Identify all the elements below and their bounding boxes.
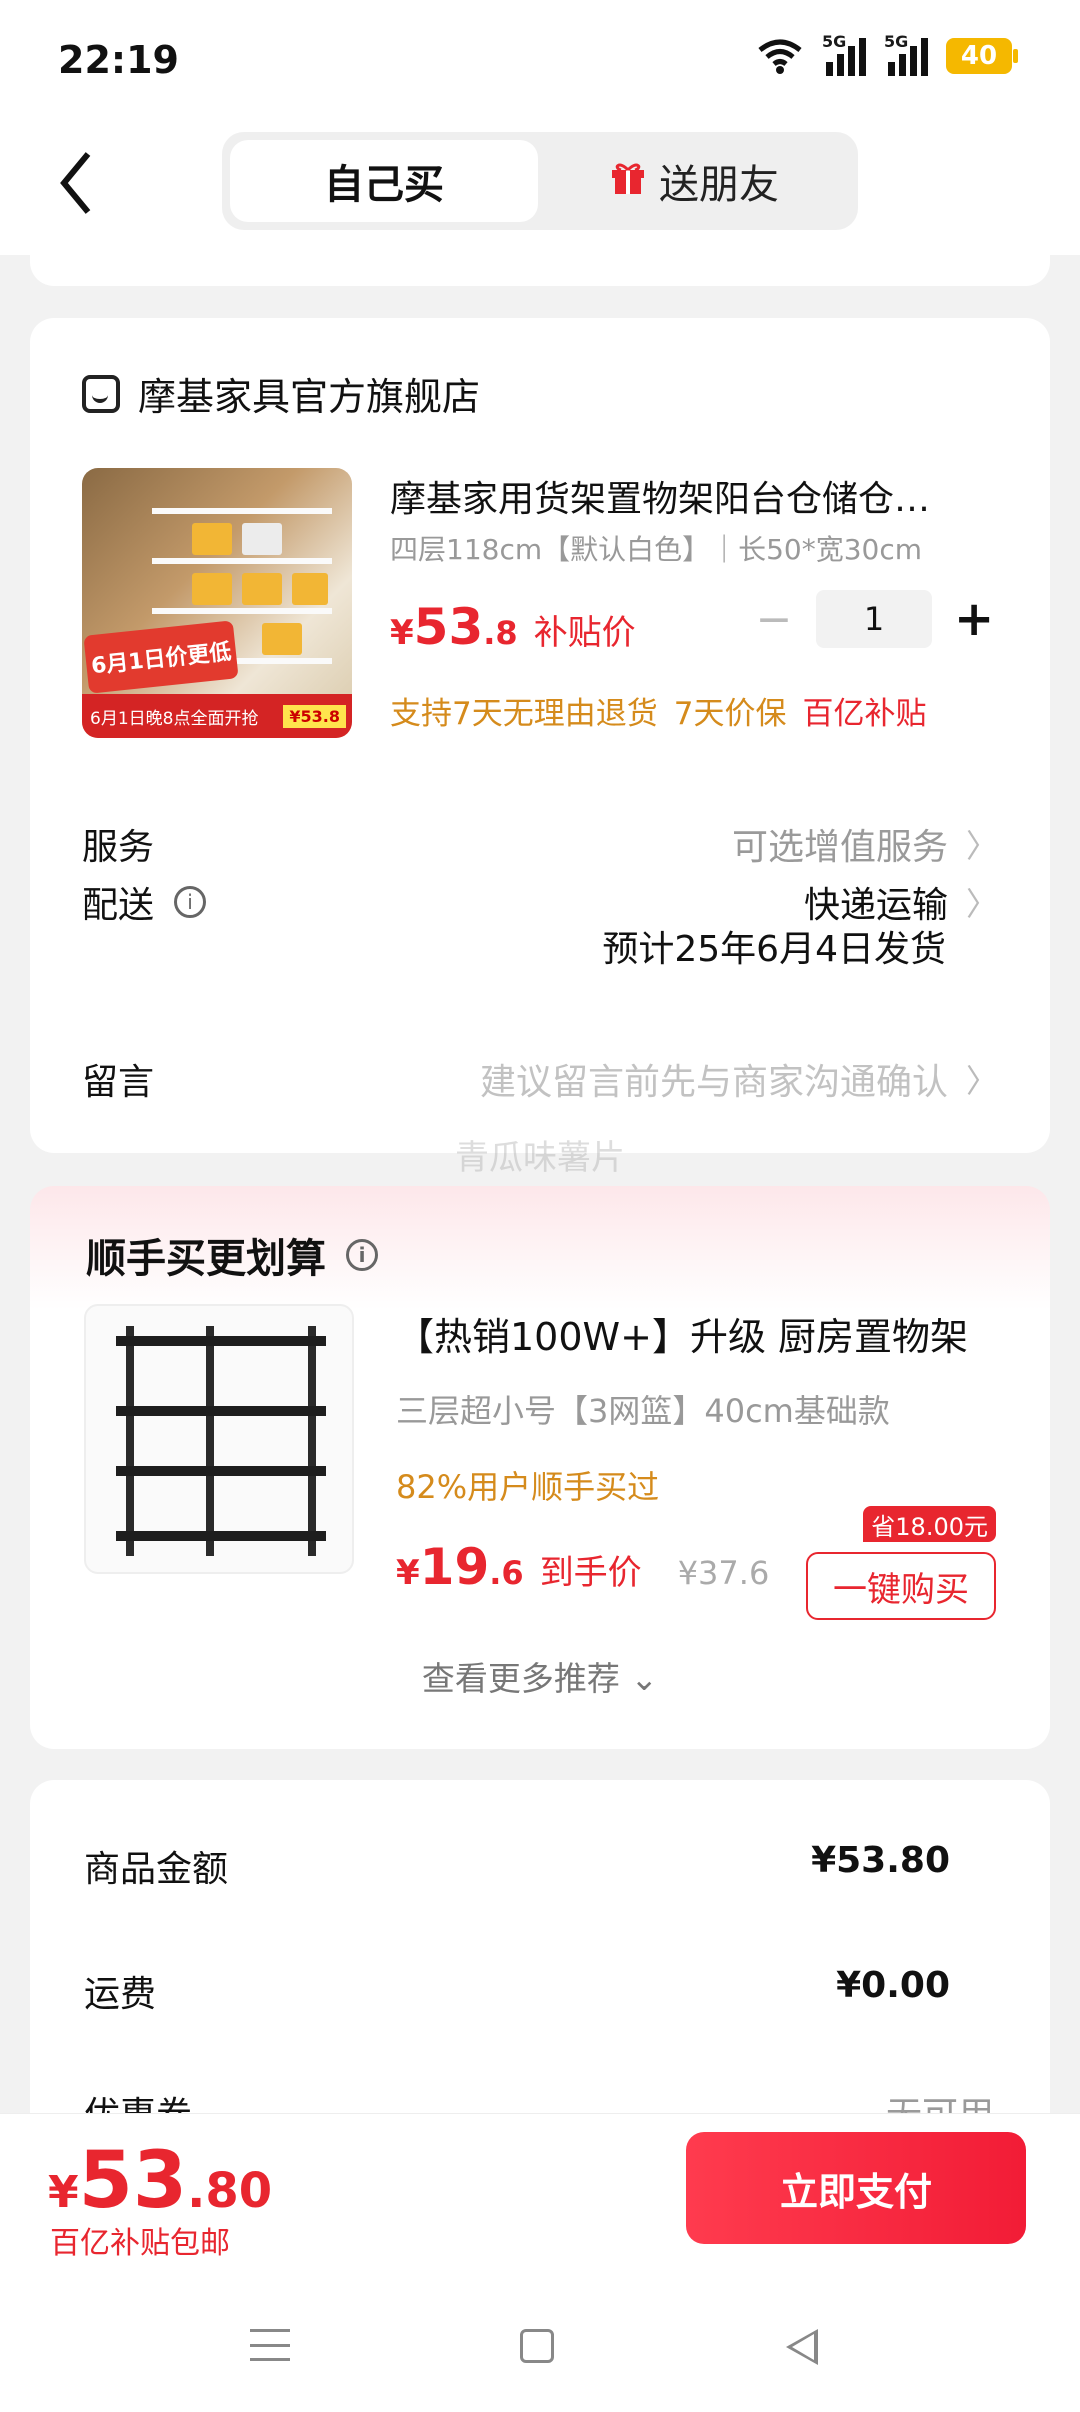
chevron-right-icon: 〉 bbox=[965, 1062, 998, 1100]
tab-gift[interactable]: 送朋友 bbox=[538, 140, 850, 222]
order-item-card: 摩基家具官方旗舰店 6月1日价更低 6月1日晚8点全面开抢 ¥53.8 摩基家用… bbox=[30, 318, 1050, 1153]
status-bar: 22:19 5G 5G 40 bbox=[0, 0, 1080, 120]
product-perks: 支持7天无理由退货 7天价保 百亿补贴 bbox=[390, 688, 926, 733]
service-value: 可选增值服务 bbox=[731, 827, 948, 868]
chevron-down-icon: ⌄ bbox=[630, 1659, 659, 1698]
increase-button[interactable]: + bbox=[954, 591, 994, 647]
freight-row: 运费 ¥0.00 bbox=[84, 1965, 950, 2015]
store-header[interactable]: 摩基家具官方旗舰店 bbox=[82, 366, 480, 421]
service-row[interactable]: 服务 可选增值服务 〉 bbox=[82, 818, 998, 870]
wifi-icon bbox=[758, 39, 802, 74]
one-click-buy-button[interactable]: 一键购买 bbox=[806, 1552, 996, 1620]
total-price: ¥ 53 .80 bbox=[48, 2136, 273, 2226]
price-summary-card: 商品金额 ¥53.80 运费 ¥0.00 优惠券 无可用 bbox=[30, 1780, 1050, 2136]
product-price: ¥ 53 .8 补贴价 bbox=[390, 598, 636, 656]
recommend-buyers: 82%用户顺手买过 bbox=[396, 1468, 660, 1506]
gift-icon bbox=[609, 158, 647, 205]
recommend-spec[interactable]: 三层超小号【3网篮】40cm基础款 bbox=[396, 1386, 890, 1432]
goods-amount-row: 商品金额 ¥53.80 bbox=[84, 1840, 950, 1890]
delivery-label: 配送 bbox=[82, 885, 155, 926]
image-promo-badge: 6月1日价更低 bbox=[83, 620, 239, 694]
pay-now-button[interactable]: 立即支付 bbox=[686, 2132, 1026, 2244]
service-label: 服务 bbox=[82, 827, 155, 868]
perk-price-protect: 7天价保 bbox=[673, 696, 787, 732]
checkout-bar: ¥ 53 .80 百亿补贴包邮 立即支付 bbox=[0, 2113, 1080, 2283]
message-input[interactable]: 建议留言前先与商家沟通确认 bbox=[480, 1053, 948, 1105]
message-row[interactable]: 留言 建议留言前先与商家沟通确认 〉 bbox=[82, 1053, 998, 1105]
product-title[interactable]: 摩基家用货架置物架阳台仓储仓… bbox=[390, 470, 1010, 522]
save-badge: 省18.00元 bbox=[863, 1506, 996, 1542]
image-promo-strip: 6月1日晚8点全面开抢 ¥53.8 bbox=[82, 694, 352, 738]
product-spec[interactable]: 四层118cm【默认白色】｜长50*宽30cm bbox=[390, 528, 922, 568]
info-icon[interactable]: i bbox=[174, 886, 207, 918]
signal-icon: 5G bbox=[822, 32, 866, 76]
clock: 22:19 bbox=[58, 38, 179, 82]
more-recommend-link[interactable]: 查看更多推荐 ⌄ bbox=[30, 1652, 1050, 1700]
product-image[interactable]: 6月1日价更低 6月1日晚8点全面开抢 ¥53.8 bbox=[82, 468, 352, 738]
price-label: 补贴价 bbox=[533, 613, 636, 653]
info-icon[interactable]: i bbox=[346, 1239, 378, 1271]
chevron-right-icon: 〉 bbox=[965, 827, 998, 865]
recommend-name[interactable]: 【热销100W+】升级 厨房置物架 bbox=[396, 1306, 968, 1361]
purchase-mode-switch: 自己买 送朋友 bbox=[222, 132, 858, 230]
quantity-input[interactable]: 1 bbox=[816, 590, 932, 648]
back-icon[interactable] bbox=[786, 2329, 818, 2365]
menu-icon[interactable] bbox=[250, 2329, 290, 2361]
chevron-left-icon bbox=[60, 152, 91, 214]
back-button[interactable] bbox=[56, 148, 116, 228]
original-price: ¥37.6 bbox=[677, 1554, 770, 1592]
recommend-card: 顺手买更划算 i 【热销100W+】升级 厨房置物架 三层超小号【3网篮】40c… bbox=[30, 1186, 1050, 1749]
chevron-right-icon: 〉 bbox=[965, 885, 998, 923]
perk-subsidy: 百亿补贴 bbox=[802, 696, 927, 732]
home-icon[interactable] bbox=[520, 2329, 554, 2363]
recommend-title: 顺手买更划算 i bbox=[86, 1226, 378, 1284]
store-name: 摩基家具官方旗舰店 bbox=[138, 375, 481, 419]
signal-icon-2: 5G bbox=[884, 32, 928, 76]
ship-date: 预计25年6月4日发货 bbox=[602, 929, 946, 970]
message-label: 留言 bbox=[82, 1062, 155, 1103]
perk-return: 支持7天无理由退货 bbox=[390, 696, 658, 732]
total-subtitle: 百亿补贴包邮 bbox=[50, 2226, 230, 2261]
recommend-image[interactable] bbox=[84, 1304, 354, 1574]
recommend-price: ¥ 19 .6 到手价 ¥37.6 bbox=[396, 1538, 770, 1596]
battery-icon: 40 bbox=[946, 38, 1018, 74]
quantity-stepper: − 1 + bbox=[754, 590, 994, 648]
status-icons: 5G 5G 40 bbox=[756, 32, 1018, 76]
decrease-button[interactable]: − bbox=[754, 594, 794, 645]
tab-self[interactable]: 自己买 bbox=[230, 140, 538, 222]
address-card-bottom bbox=[30, 230, 1050, 286]
tab-gift-label: 送朋友 bbox=[659, 162, 779, 208]
watermark: 青瓜味薯片 bbox=[455, 1138, 625, 1178]
store-icon bbox=[82, 374, 120, 413]
system-nav-bar bbox=[0, 2283, 1080, 2412]
